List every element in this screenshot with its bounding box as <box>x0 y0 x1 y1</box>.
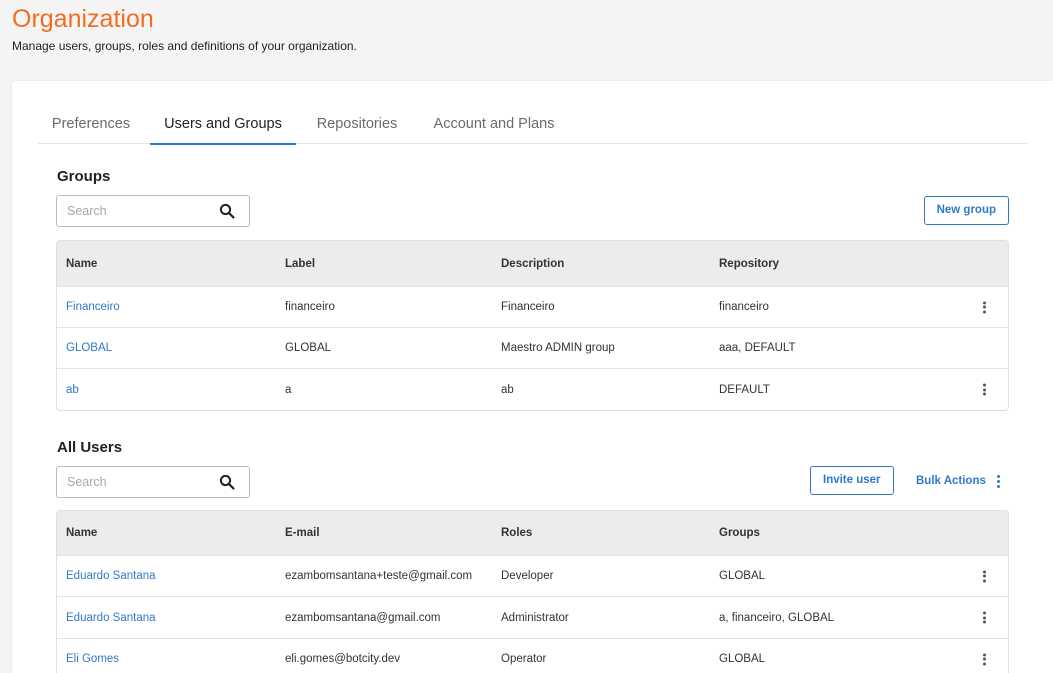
users-search-field[interactable] <box>56 466 250 498</box>
user-name-link[interactable]: Eduardo Santana <box>66 597 156 638</box>
users-table: Name E-mail Roles Groups Eduardo Santana… <box>56 510 1009 673</box>
column-header-roles: Roles <box>501 527 533 539</box>
groups-search-field[interactable] <box>56 195 250 227</box>
user-groups: GLOBAL <box>719 570 766 582</box>
groups-search-input[interactable] <box>67 202 207 220</box>
group-name-link[interactable]: GLOBAL <box>66 328 112 368</box>
table-row: Eduardo Santana ezambomsantana+teste@gma… <box>57 555 1008 596</box>
users-table-header: Name E-mail Roles Groups <box>57 511 1008 555</box>
tab-bar: Preferences Users and Groups Repositorie… <box>38 104 1028 145</box>
organization-card: Preferences Users and Groups Repositorie… <box>12 81 1053 673</box>
page-title: Organization <box>12 5 154 33</box>
table-row: Financeiro financeiro Financeiro finance… <box>57 286 1008 327</box>
users-section-title: All Users <box>57 439 123 456</box>
tab-repositories[interactable]: Repositories <box>314 104 400 144</box>
tab-preferences[interactable]: Preferences <box>50 104 132 144</box>
table-row: Eli Gomes eli.gomes@botcity.dev Operator… <box>57 638 1008 673</box>
column-header-groups: Groups <box>719 527 760 539</box>
row-menu-icon[interactable] <box>983 300 986 315</box>
group-description: Financeiro <box>501 301 555 313</box>
group-description: ab <box>501 383 514 396</box>
column-header-repository: Repository <box>719 257 780 270</box>
group-repository: financeiro <box>719 301 769 313</box>
group-label: financeiro <box>285 301 335 313</box>
more-vert-icon <box>996 473 1000 490</box>
groups-section-title: Groups <box>57 168 111 185</box>
user-name-link[interactable]: Eli Gomes <box>66 639 119 673</box>
group-description: Maestro ADMIN group <box>501 342 615 354</box>
user-role: Administrator <box>501 611 569 624</box>
table-row: Eduardo Santana ezambomsantana@gmail.com… <box>57 596 1008 638</box>
column-header-description: Description <box>501 257 565 270</box>
bulk-actions-button[interactable]: Bulk Actions <box>916 472 1000 490</box>
groups-table-header: Name Label Description Repository <box>57 241 1008 286</box>
users-search-input[interactable] <box>67 473 207 491</box>
groups-table: Name Label Description Repository Financ… <box>56 240 1009 411</box>
user-email: ezambomsantana@gmail.com <box>285 611 441 624</box>
group-label: a <box>285 383 292 396</box>
column-header-name: Name <box>66 527 98 539</box>
row-menu-icon[interactable] <box>983 569 986 584</box>
user-groups: a, financeiro, GLOBAL <box>719 611 835 624</box>
user-role: Operator <box>501 653 547 665</box>
invite-user-button[interactable]: Invite user <box>810 466 894 495</box>
table-row: GLOBAL GLOBAL Maestro ADMIN group aaa, D… <box>57 327 1008 368</box>
column-header-name: Name <box>66 257 98 270</box>
column-header-email: E-mail <box>285 527 320 539</box>
group-name-link[interactable]: Financeiro <box>66 287 120 327</box>
column-header-label: Label <box>285 257 316 270</box>
page-subtitle: Manage users, groups, roles and definiti… <box>12 39 357 53</box>
search-icon[interactable] <box>219 474 235 490</box>
bulk-actions-label: Bulk Actions <box>916 475 986 487</box>
user-email: eli.gomes@botcity.dev <box>285 653 401 665</box>
group-repository: aaa, DEFAULT <box>719 342 796 354</box>
user-email: ezambomsantana+teste@gmail.com <box>285 570 473 582</box>
search-icon[interactable] <box>219 203 235 219</box>
group-label: GLOBAL <box>285 342 332 354</box>
group-name-link[interactable]: ab <box>66 369 79 410</box>
tab-users-and-groups[interactable]: Users and Groups <box>150 104 296 145</box>
new-group-button[interactable]: New group <box>923 196 1009 225</box>
tab-account-and-plans[interactable]: Account and Plans <box>430 104 558 144</box>
user-role: Developer <box>501 570 554 582</box>
row-menu-icon[interactable] <box>983 652 986 667</box>
row-menu-icon[interactable] <box>983 382 986 397</box>
row-menu-icon[interactable] <box>983 610 986 625</box>
user-groups: GLOBAL <box>719 653 766 665</box>
user-name-link[interactable]: Eduardo Santana <box>66 556 156 596</box>
group-repository: DEFAULT <box>719 383 770 396</box>
table-row: ab a ab DEFAULT <box>57 368 1008 410</box>
